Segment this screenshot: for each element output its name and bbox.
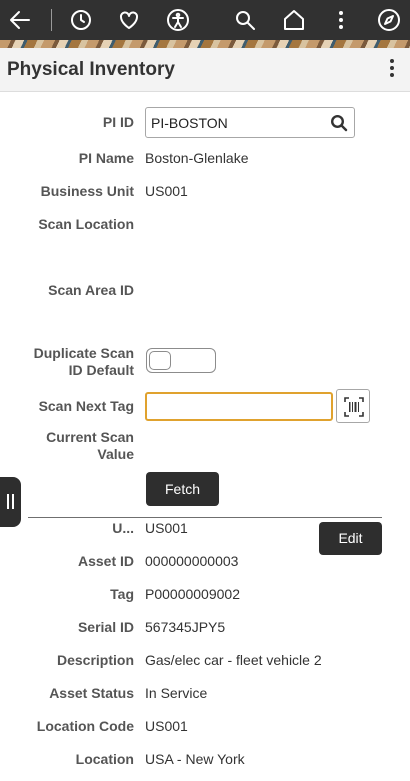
serial-id-value: 567345JPY5 bbox=[145, 619, 226, 635]
home-icon[interactable] bbox=[281, 7, 307, 33]
business-unit-value: US001 bbox=[145, 183, 188, 199]
scan-area-id-label: Scan Area ID bbox=[48, 282, 134, 298]
current-scan-value-label: Current Scan Value bbox=[46, 429, 134, 463]
serial-id-label: Serial ID bbox=[77, 619, 134, 635]
pi-name-value: Boston-Glenlake bbox=[145, 150, 249, 166]
location-value: USA - New York bbox=[145, 751, 245, 767]
pi-id-label: PI ID bbox=[102, 114, 134, 130]
pi-id-input[interactable]: PI-BOSTON bbox=[145, 107, 355, 138]
scan-next-tag-input[interactable] bbox=[145, 392, 333, 421]
heart-icon[interactable] bbox=[116, 7, 142, 33]
scan-next-tag-label: Scan Next Tag bbox=[38, 398, 134, 414]
pi-name-label: PI Name bbox=[78, 150, 134, 166]
section-divider bbox=[28, 517, 382, 518]
fetch-button[interactable]: Fetch bbox=[146, 472, 219, 506]
pi-id-value: PI-BOSTON bbox=[151, 115, 228, 131]
location-code-value: US001 bbox=[145, 718, 188, 734]
location-label: Location bbox=[75, 751, 134, 767]
nav-separator bbox=[51, 9, 52, 31]
current-scan-label-line2: Value bbox=[97, 446, 134, 462]
asset-status-label: Asset Status bbox=[49, 685, 134, 701]
business-unit-label: Business Unit bbox=[40, 183, 134, 199]
barcode-scan-button[interactable] bbox=[336, 389, 370, 423]
page-actions-icon[interactable] bbox=[388, 59, 396, 81]
toggle-knob bbox=[149, 351, 171, 370]
top-nav-bar bbox=[0, 0, 410, 40]
back-arrow-icon[interactable] bbox=[7, 7, 33, 33]
unit-label: U... bbox=[112, 520, 134, 536]
tag-label: Tag bbox=[110, 586, 134, 602]
asset-status-value: In Service bbox=[145, 685, 208, 701]
search-icon[interactable] bbox=[232, 7, 258, 33]
location-code-label: Location Code bbox=[36, 718, 134, 734]
scan-location-label: Scan Location bbox=[38, 216, 134, 232]
history-icon[interactable] bbox=[68, 7, 94, 33]
compass-icon[interactable] bbox=[376, 7, 402, 33]
unit-value: US001 bbox=[145, 520, 188, 536]
duplicate-scan-label-line1: Duplicate Scan bbox=[33, 345, 134, 361]
tag-value: P00000009002 bbox=[145, 586, 240, 602]
asset-id-value: 000000000003 bbox=[145, 553, 239, 569]
edit-button[interactable]: Edit bbox=[319, 522, 382, 555]
duplicate-scan-label: Duplicate Scan ID Default bbox=[34, 345, 134, 379]
current-scan-label-line1: Current Scan bbox=[46, 429, 134, 445]
description-label: Description bbox=[56, 652, 134, 668]
asset-id-label: Asset ID bbox=[77, 553, 134, 569]
side-panel-toggle[interactable] bbox=[0, 477, 21, 527]
page-title: Physical Inventory bbox=[7, 59, 175, 80]
accessibility-icon[interactable] bbox=[165, 7, 191, 33]
description-value: Gas/elec car - fleet vehicle 2 bbox=[145, 652, 322, 668]
barcode-icon bbox=[344, 397, 364, 417]
page-header: Physical Inventory bbox=[0, 48, 410, 92]
duplicate-scan-toggle[interactable] bbox=[146, 348, 216, 373]
more-vertical-icon[interactable] bbox=[328, 7, 354, 33]
duplicate-scan-label-line2: ID Default bbox=[68, 362, 134, 378]
decorative-banner bbox=[0, 40, 410, 48]
lookup-search-icon[interactable] bbox=[330, 114, 348, 132]
